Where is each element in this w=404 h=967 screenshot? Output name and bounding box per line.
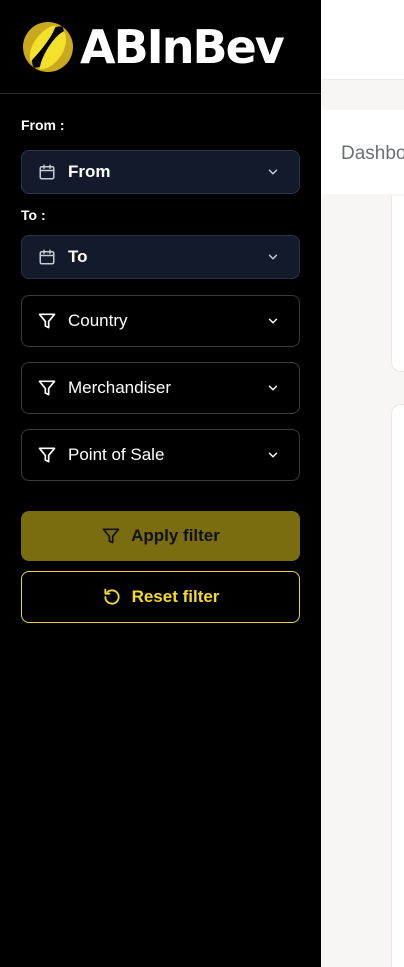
- calendar-icon: [37, 162, 57, 182]
- to-date-value: To: [68, 247, 88, 266]
- reset-filter-button[interactable]: Reset filter: [21, 571, 300, 623]
- calendar-icon: [37, 247, 57, 267]
- to-date-select[interactable]: To: [21, 235, 300, 279]
- logo-area: ABInBev: [0, 0, 321, 94]
- brand-wordmark: ABInBev: [80, 20, 285, 74]
- filter-icon: [101, 526, 121, 546]
- point-of-sale-value: Point of Sale: [68, 445, 165, 464]
- content-card: [391, 404, 404, 967]
- brand-logo-icon: [23, 22, 73, 72]
- filter-icon: [37, 311, 57, 331]
- reset-icon: [102, 587, 122, 607]
- from-label: From :: [21, 117, 65, 133]
- point-of-sale-select[interactable]: Point of Sale: [21, 429, 300, 481]
- chevron-down-icon: [265, 249, 281, 265]
- apply-filter-button[interactable]: Apply filter: [21, 511, 300, 561]
- page-tab-bar: Dashbo: [320, 110, 404, 194]
- reset-filter-label: Reset filter: [131, 587, 220, 606]
- chevron-down-icon: [265, 380, 281, 396]
- from-date-value: From: [68, 162, 111, 181]
- content-card: [391, 196, 404, 372]
- filter-icon: [37, 445, 57, 465]
- tab-dashboard[interactable]: Dashbo: [341, 143, 404, 165]
- apply-filter-label: Apply filter: [131, 526, 220, 545]
- filter-icon: [37, 378, 57, 398]
- chevron-down-icon: [265, 164, 281, 180]
- to-label: To :: [21, 207, 46, 223]
- chevron-down-icon: [265, 313, 281, 329]
- merchandiser-select[interactable]: Merchandiser: [21, 362, 300, 414]
- country-value: Country: [68, 311, 128, 330]
- top-bar: [320, 0, 404, 80]
- from-date-select[interactable]: From: [21, 150, 300, 194]
- filter-sidebar: ABInBev From : From To : To Country Merc…: [0, 0, 321, 967]
- country-select[interactable]: Country: [21, 295, 300, 347]
- merchandiser-value: Merchandiser: [68, 378, 171, 397]
- chevron-down-icon: [265, 447, 281, 463]
